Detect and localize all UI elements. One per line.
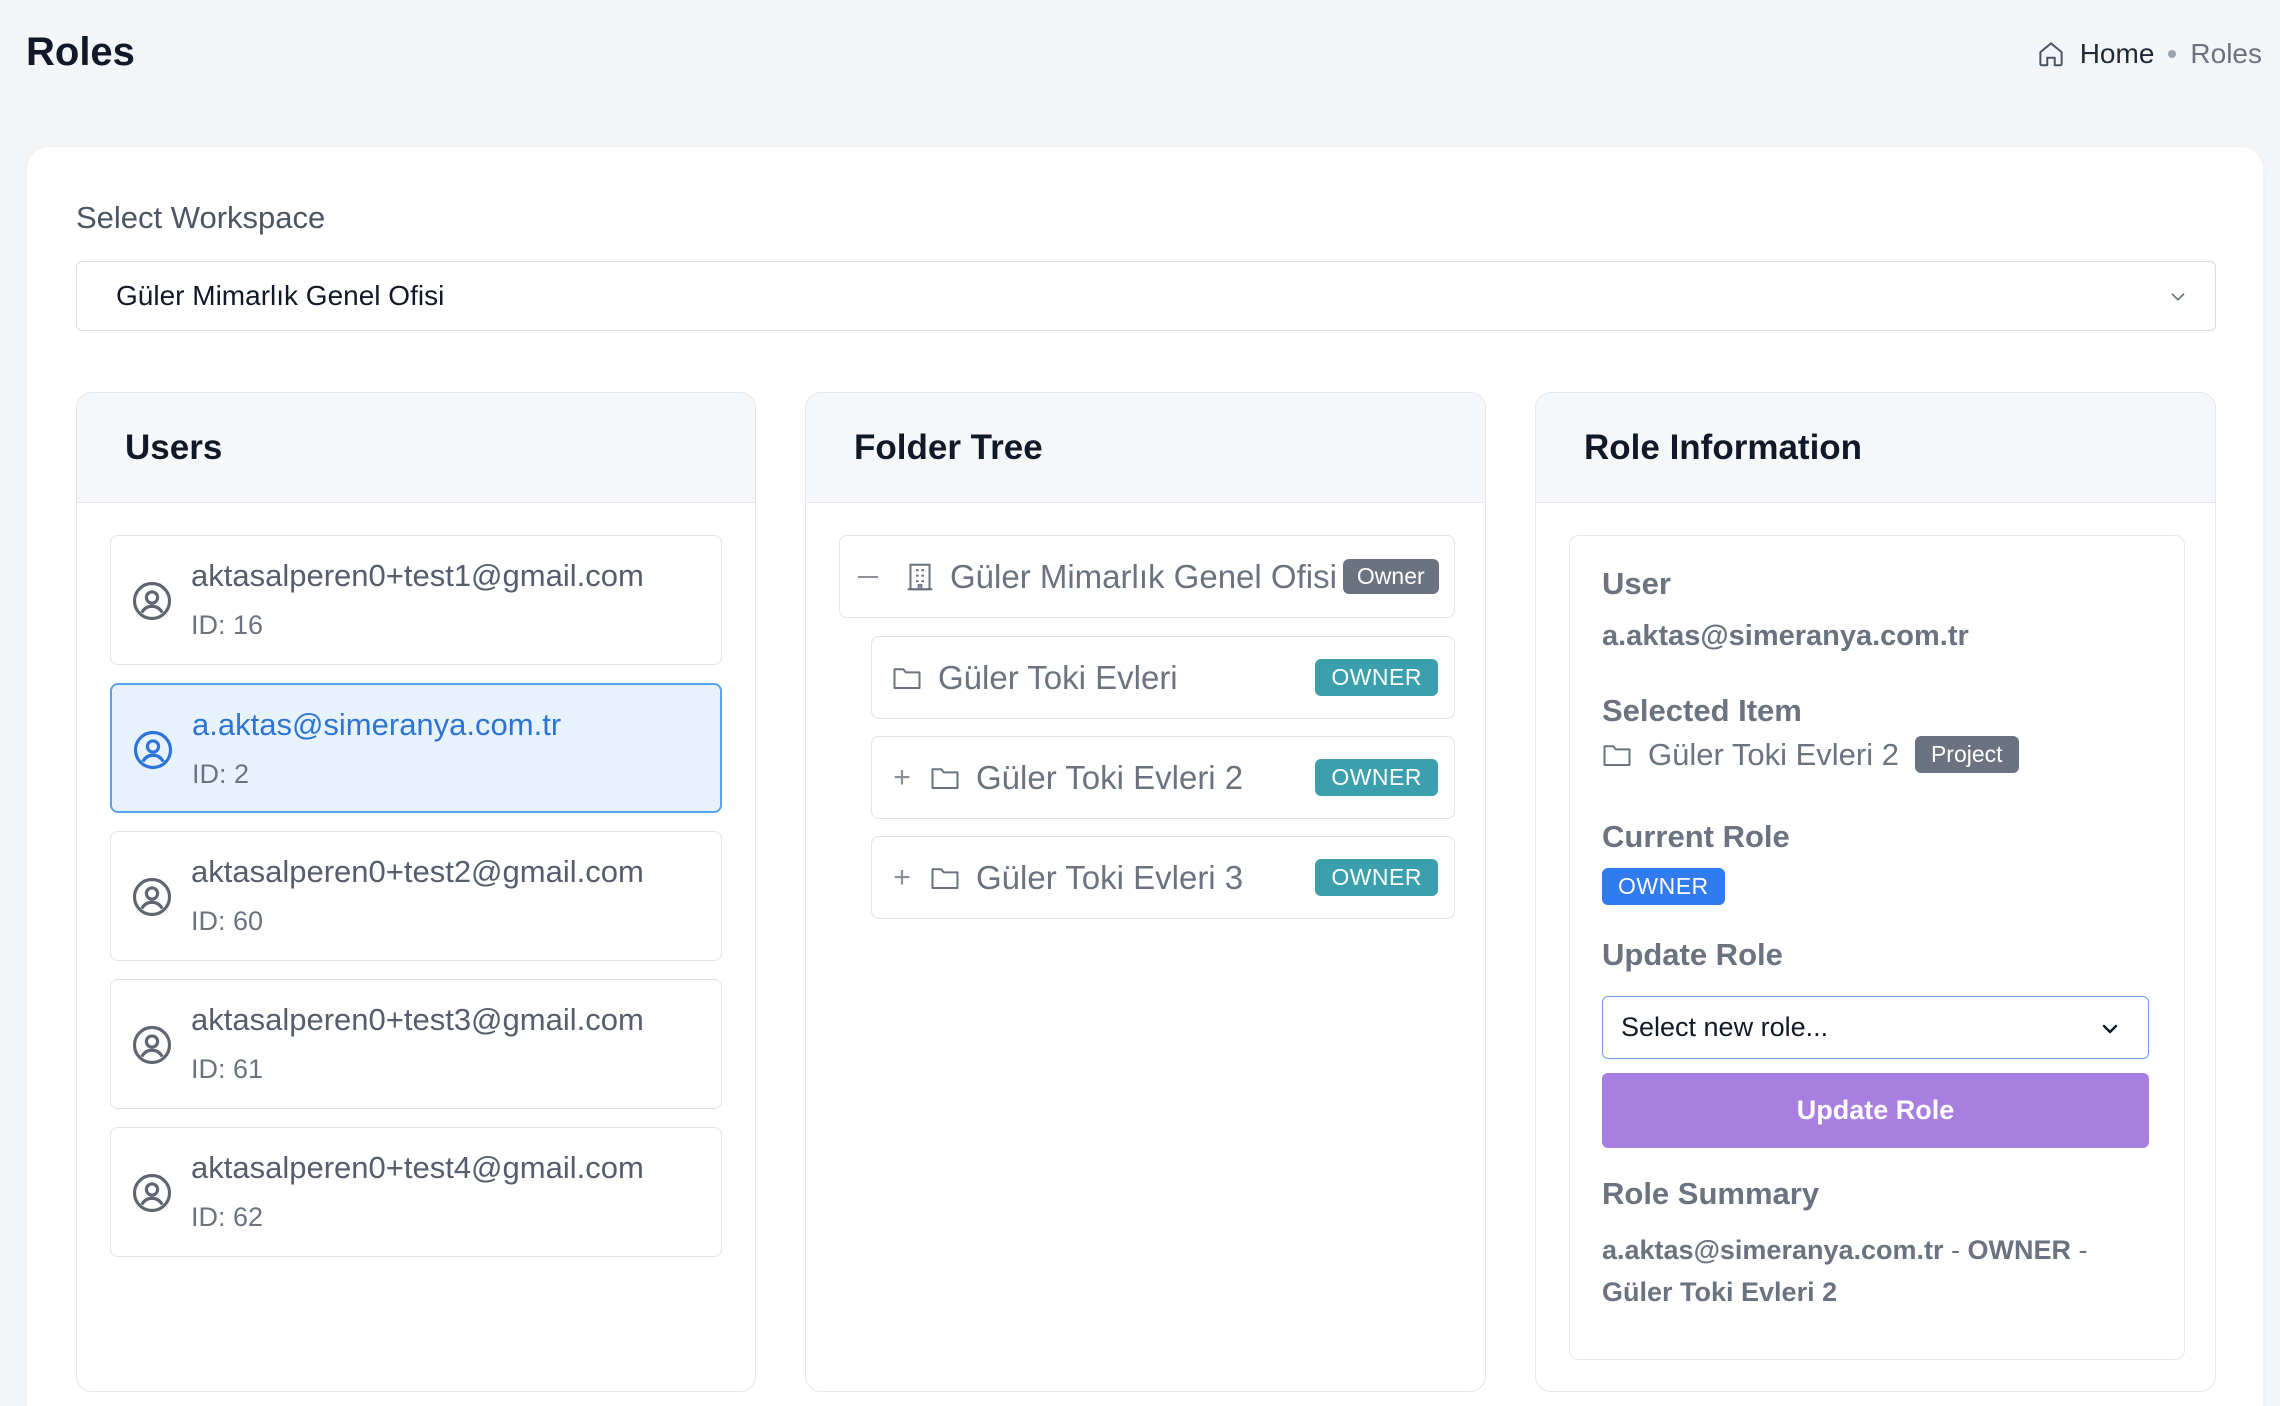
expand-toggle-icon[interactable]: + bbox=[890, 761, 914, 795]
user-list-item[interactable]: aktasalperen0+test1@gmail.com ID: 16 bbox=[110, 535, 722, 665]
tree-node-name: Güler Toki Evleri 3 bbox=[976, 858, 1244, 896]
user-id: ID: 62 bbox=[191, 1202, 264, 1232]
user-list-item[interactable]: aktasalperen0+test4@gmail.com ID: 62 bbox=[110, 1127, 722, 1257]
building-icon bbox=[906, 562, 934, 592]
summary-item: Güler Toki Evleri 2 bbox=[1602, 1277, 1838, 1307]
role-select[interactable]: Select new role... bbox=[1602, 996, 2149, 1059]
workspace-label: Select Workspace bbox=[76, 200, 326, 235]
user-email: aktasalperen0+test1@gmail.com bbox=[191, 558, 644, 593]
user-id: ID: 61 bbox=[191, 1054, 264, 1084]
breadcrumb-separator bbox=[2168, 50, 2177, 58]
folder-icon bbox=[930, 765, 960, 791]
summary-separator: - bbox=[2071, 1235, 2088, 1265]
role-info-box: User a.aktas@simeranya.com.tr Selected I… bbox=[1569, 535, 2185, 1360]
owner-badge: Owner bbox=[1342, 559, 1439, 594]
selected-item-name: Güler Toki Evleri 2 bbox=[1648, 736, 1899, 772]
user-email: a.aktas@simeranya.com.tr bbox=[192, 707, 562, 742]
user-label: User bbox=[1602, 566, 1671, 601]
home-icon[interactable] bbox=[2036, 39, 2066, 69]
chevron-down-icon bbox=[2167, 286, 2189, 308]
user-email: aktasalperen0+test3@gmail.com bbox=[191, 1002, 644, 1037]
user-list: aktasalperen0+test1@gmail.com ID: 16 a.a… bbox=[110, 535, 722, 1275]
tree-node[interactable]: + Güler Toki Evleri 3 OWNER bbox=[871, 836, 1455, 919]
folder-tree-panel-title: Folder Tree bbox=[806, 393, 1485, 503]
summary-user: a.aktas@simeranya.com.tr bbox=[1602, 1235, 1944, 1265]
user-circle-icon bbox=[131, 1172, 173, 1214]
folder-icon bbox=[1602, 742, 1632, 768]
summary-separator: - bbox=[1943, 1235, 1968, 1265]
user-list-item[interactable]: aktasalperen0+test2@gmail.com ID: 60 bbox=[110, 831, 722, 961]
user-id: ID: 2 bbox=[192, 759, 250, 789]
breadcrumb-home-link[interactable]: Home bbox=[2080, 38, 2155, 70]
role-info-panel-title: Role Information bbox=[1536, 393, 2215, 503]
current-role-badge: OWNER bbox=[1602, 868, 1725, 905]
user-circle-icon bbox=[132, 729, 174, 771]
user-circle-icon bbox=[131, 876, 173, 918]
project-badge: Project bbox=[1914, 736, 2019, 773]
folder-tree-panel: Folder Tree Güler Mimarlık Genel Ofisi O… bbox=[805, 392, 1486, 1392]
role-summary-label: Role Summary bbox=[1602, 1176, 1820, 1211]
breadcrumb-current: Roles bbox=[2190, 38, 2262, 69]
tree-root-name: Güler Mimarlık Genel Ofisi bbox=[950, 557, 1337, 595]
tree-root-node[interactable]: Güler Mimarlık Genel Ofisi Owner bbox=[839, 535, 1455, 618]
tree-node-name: Güler Toki Evleri 2 bbox=[976, 758, 1244, 796]
folder-icon bbox=[930, 865, 960, 891]
workspace-select[interactable]: Güler Mimarlık Genel Ofisi bbox=[76, 261, 2216, 331]
role-summary-text: a.aktas@simeranya.com.tr - OWNER - Güler… bbox=[1602, 1229, 2142, 1313]
role-badge: OWNER bbox=[1315, 659, 1438, 696]
update-role-label: Update Role bbox=[1602, 937, 1783, 972]
current-role-label: Current Role bbox=[1602, 819, 1790, 854]
user-circle-icon bbox=[131, 1024, 173, 1066]
collapse-toggle-icon[interactable] bbox=[858, 575, 878, 578]
user-circle-icon bbox=[131, 580, 173, 622]
page-title: Roles bbox=[26, 30, 135, 74]
role-badge: OWNER bbox=[1315, 859, 1438, 896]
tree-node-name: Güler Toki Evleri bbox=[938, 658, 1178, 696]
user-id: ID: 16 bbox=[191, 610, 264, 640]
role-badge: OWNER bbox=[1315, 759, 1438, 796]
page-header: Roles Home Roles bbox=[0, 0, 2280, 120]
user-value: a.aktas@simeranya.com.tr bbox=[1602, 620, 1969, 652]
user-email: aktasalperen0+test4@gmail.com bbox=[191, 1150, 644, 1185]
breadcrumb: Home Roles bbox=[2036, 38, 2262, 70]
role-info-panel: Role Information User a.aktas@simeranya.… bbox=[1535, 392, 2216, 1392]
user-email: aktasalperen0+test2@gmail.com bbox=[191, 854, 644, 889]
expand-toggle-icon[interactable]: + bbox=[890, 861, 914, 895]
update-role-button[interactable]: Update Role bbox=[1602, 1073, 2149, 1148]
chevron-down-icon bbox=[2098, 1017, 2122, 1041]
folder-icon bbox=[892, 665, 922, 691]
user-list-item-selected[interactable]: a.aktas@simeranya.com.tr ID: 2 bbox=[110, 683, 722, 813]
summary-role: OWNER bbox=[1967, 1235, 2072, 1265]
main-card: Select Workspace Güler Mimarlık Genel Of… bbox=[27, 147, 2263, 1406]
tree-node[interactable]: + Güler Toki Evleri 2 OWNER bbox=[871, 736, 1455, 819]
users-panel: Users aktasalperen0+test1@gmail.com ID: … bbox=[76, 392, 756, 1392]
users-panel-title: Users bbox=[77, 393, 755, 503]
user-list-item[interactable]: aktasalperen0+test3@gmail.com ID: 61 bbox=[110, 979, 722, 1109]
workspace-select-value: Güler Mimarlık Genel Ofisi bbox=[116, 280, 445, 311]
selected-item-label: Selected Item bbox=[1602, 693, 1802, 728]
tree-node[interactable]: Güler Toki Evleri OWNER bbox=[871, 636, 1455, 719]
user-id: ID: 60 bbox=[191, 906, 264, 936]
role-select-placeholder: Select new role... bbox=[1621, 1012, 1829, 1042]
selected-item: Güler Toki Evleri 2 Project bbox=[1602, 736, 2019, 773]
